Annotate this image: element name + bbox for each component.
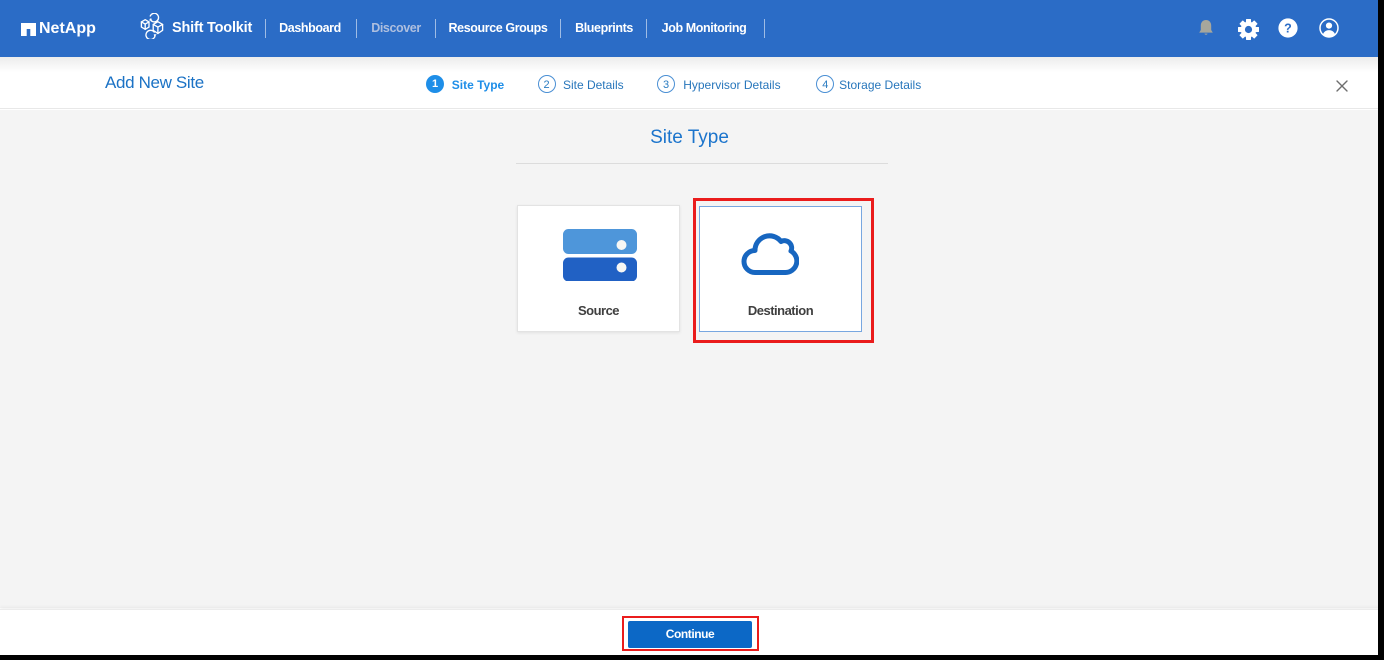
svg-text:?: ?	[1284, 21, 1292, 35]
